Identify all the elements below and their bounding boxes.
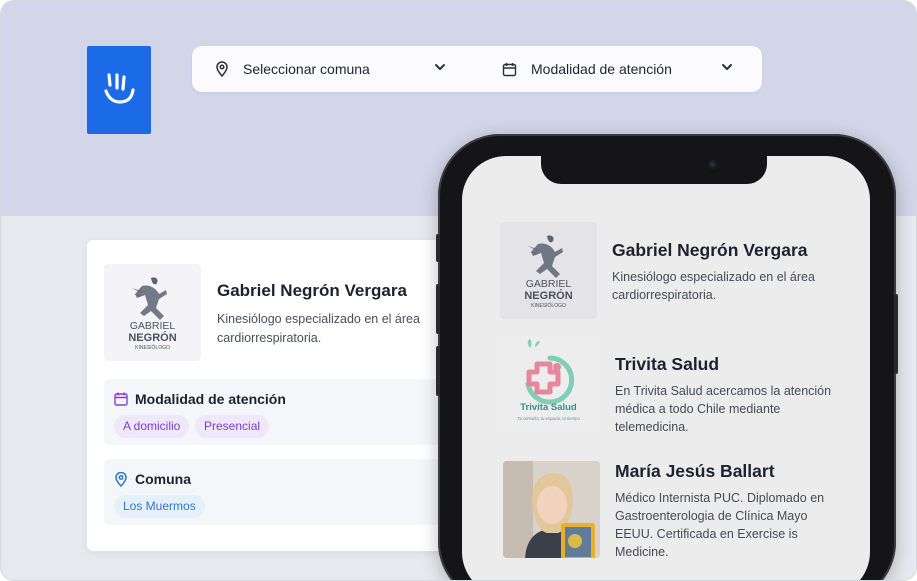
comuna-select[interactable]: Seleccionar comuna bbox=[214, 46, 454, 92]
phone-side-button bbox=[436, 284, 440, 334]
list-item-name[interactable]: Gabriel Negrón Vergara bbox=[612, 240, 808, 261]
phone-notch bbox=[541, 156, 767, 184]
trivita-logo: Trivita Salud Tu consulta, tu espacio, t… bbox=[500, 336, 597, 433]
profile-name[interactable]: Gabriel Negrón Vergara bbox=[217, 281, 407, 301]
filter-bar: Seleccionar comuna Modalidad de atención bbox=[192, 46, 762, 92]
svg-text:KINESIÓLOGO: KINESIÓLOGO bbox=[531, 302, 566, 309]
profile-logo: GABRIEL NEGRÓN KINESIÓLOGO bbox=[104, 264, 201, 361]
svg-text:Tu consulta, tu espacio, tu ti: Tu consulta, tu espacio, tu tiempo bbox=[517, 416, 580, 421]
svg-text:GABRIEL: GABRIEL bbox=[130, 320, 176, 332]
modalidad-title-label: Modalidad de atención bbox=[135, 391, 286, 407]
profile-logo: GABRIEL NEGRÓN KINESIÓLOGO bbox=[500, 222, 597, 319]
profile-description: Kinesiólogo especializado en el área car… bbox=[217, 312, 420, 345]
modalidad-section: Modalidad de atención A domicilio Presen… bbox=[104, 379, 449, 445]
comuna-section-title: Comuna bbox=[114, 471, 191, 487]
comuna-title-label: Comuna bbox=[135, 471, 191, 487]
list-item-description: Kinesiólogo especializado en el área car… bbox=[612, 270, 815, 302]
phone-mockup: GABRIEL NEGRÓN KINESIÓLOGO Gabriel Negró… bbox=[436, 134, 898, 580]
profile-photo bbox=[503, 461, 600, 558]
svg-text:NEGRÓN: NEGRÓN bbox=[524, 289, 572, 302]
modalidad-select[interactable]: Modalidad de atención bbox=[501, 46, 741, 92]
phone-side-button bbox=[436, 346, 440, 396]
calendar-icon bbox=[114, 392, 128, 406]
phone-screen: GABRIEL NEGRÓN KINESIÓLOGO Gabriel Negró… bbox=[462, 156, 870, 580]
svg-text:GABRIEL: GABRIEL bbox=[526, 278, 572, 290]
modalidad-select-label: Modalidad de atención bbox=[531, 61, 672, 77]
calendar-icon bbox=[501, 61, 517, 77]
comuna-select-label: Seleccionar comuna bbox=[243, 61, 370, 77]
phone-side-button bbox=[894, 294, 898, 374]
app-frame: Seleccionar comuna Modalidad de atención bbox=[0, 0, 917, 581]
trivita-logo-icon: Trivita Salud Tu consulta, tu espacio, t… bbox=[517, 339, 580, 421]
hand-wave-icon bbox=[97, 66, 141, 115]
svg-text:KINESIÓLOGO: KINESIÓLOGO bbox=[135, 344, 170, 351]
runner-logo-icon: GABRIEL NEGRÓN KINESIÓLOGO bbox=[524, 235, 573, 309]
svg-text:NEGRÓN: NEGRÓN bbox=[128, 331, 176, 344]
comuna-chip[interactable]: Los Muermos bbox=[114, 495, 205, 518]
runner-logo-icon: GABRIEL NEGRÓN KINESIÓLOGO bbox=[128, 277, 177, 351]
list-item-name[interactable]: Trivita Salud bbox=[615, 354, 719, 375]
avatar bbox=[503, 461, 600, 558]
list-item-name[interactable]: María Jesús Ballart bbox=[615, 461, 775, 482]
comuna-section: Comuna Los Muermos bbox=[104, 459, 449, 525]
profile-card[interactable]: GABRIEL NEGRÓN KINESIÓLOGO Gabriel Negró… bbox=[87, 240, 467, 551]
chevron-down-icon bbox=[721, 60, 733, 76]
chevron-down-icon bbox=[434, 60, 446, 76]
svg-text:Trivita Salud: Trivita Salud bbox=[520, 402, 577, 413]
camera-icon bbox=[708, 160, 717, 169]
modalidad-chip[interactable]: Presencial bbox=[195, 415, 270, 438]
modalidad-section-title: Modalidad de atención bbox=[114, 391, 286, 407]
list-item-description: En Trivita Salud acercamos la atención m… bbox=[615, 384, 832, 434]
list-item-description: Médico Internista PUC. Diplomado en Gast… bbox=[615, 491, 825, 559]
location-pin-icon bbox=[114, 472, 128, 487]
app-logo[interactable] bbox=[87, 46, 151, 134]
location-pin-icon bbox=[214, 61, 230, 77]
phone-side-button bbox=[436, 234, 440, 262]
modalidad-chip[interactable]: A domicilio bbox=[114, 415, 190, 438]
